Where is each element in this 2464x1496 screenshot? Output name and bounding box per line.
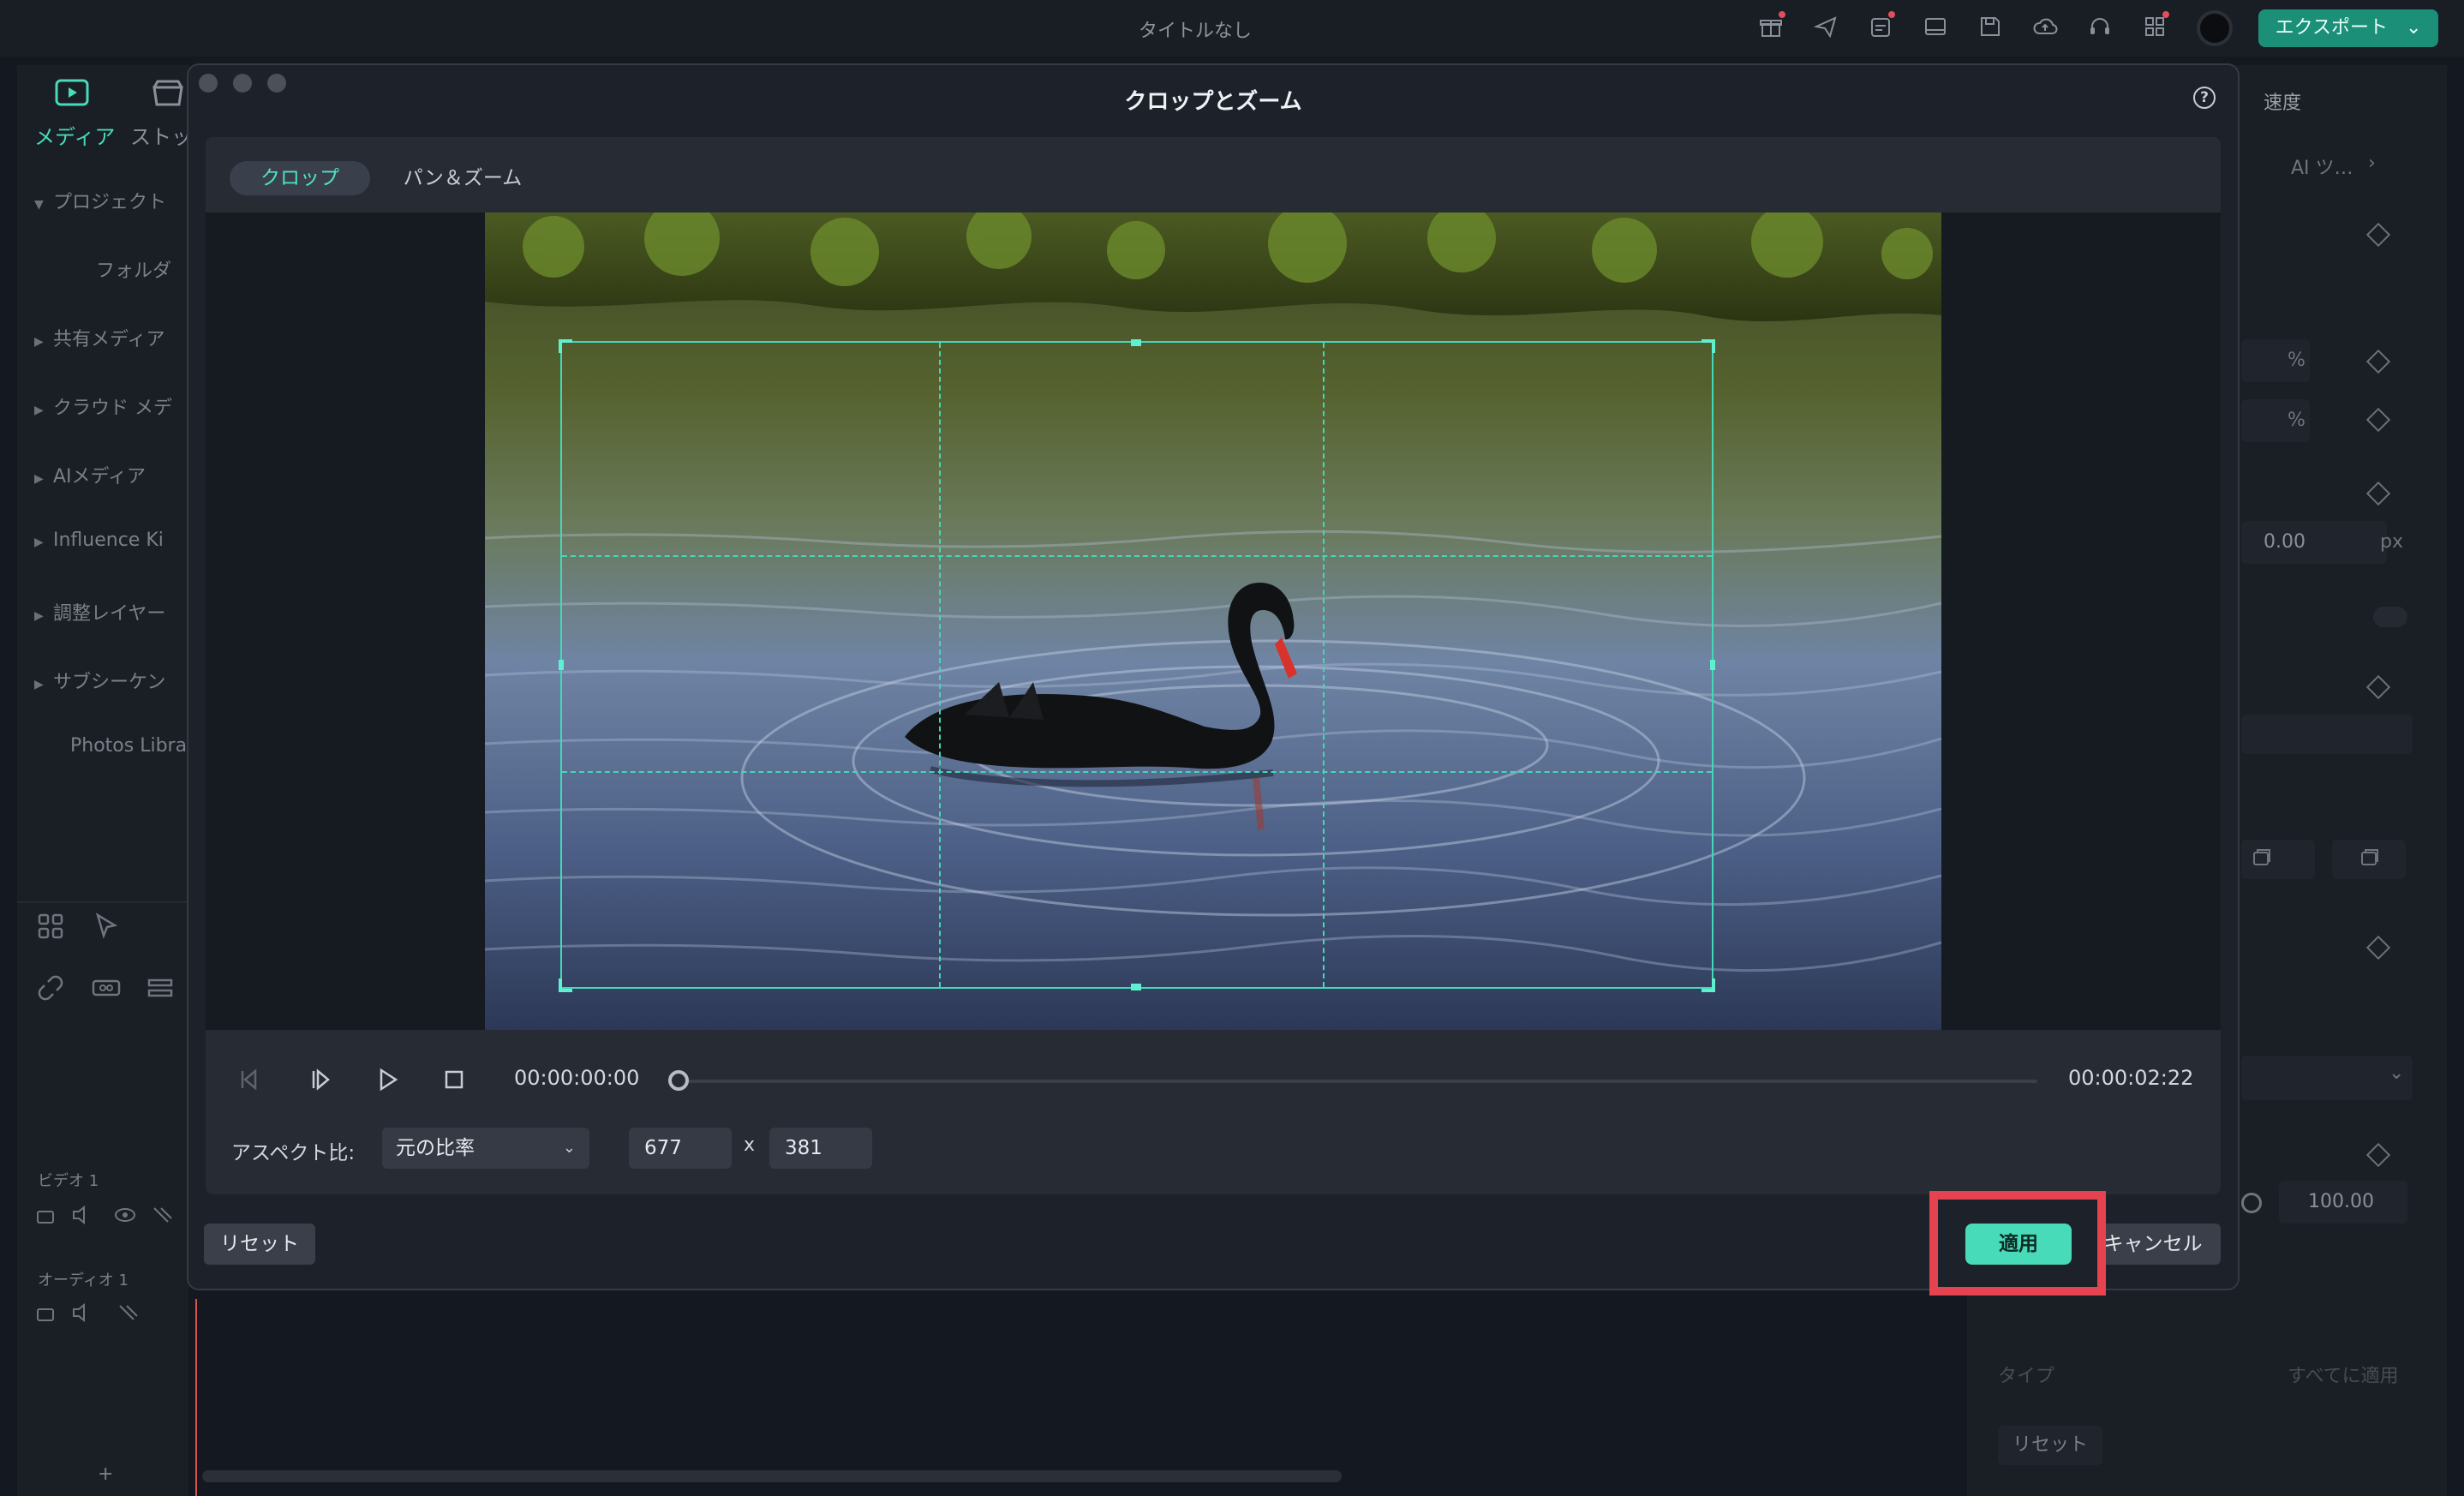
track-manager-icon[interactable] bbox=[146, 973, 175, 1008]
chevron-down-icon: ⌄ bbox=[562, 1139, 576, 1157]
blend-mode-select[interactable] bbox=[2241, 1056, 2413, 1100]
gift-icon[interactable] bbox=[1758, 11, 1785, 39]
tab-speed[interactable]: 速度 bbox=[2264, 87, 2301, 115]
crop-handle-top-right[interactable] bbox=[1701, 339, 1715, 353]
position-value: 0.00 bbox=[2264, 531, 2306, 553]
stock-tab-icon[interactable] bbox=[151, 79, 185, 113]
crop-handle-bottom[interactable] bbox=[1131, 984, 1141, 990]
grid-line-vertical bbox=[939, 343, 941, 987]
sidebar-item-subsequence[interactable]: ▶ サブシーケン bbox=[34, 667, 165, 694]
divider bbox=[17, 901, 188, 903]
option-field[interactable] bbox=[2241, 715, 2413, 754]
aspect-ratio-label: アスペクト比: bbox=[231, 1142, 356, 1164]
apply-to-all-button[interactable]: すべてに適用 bbox=[2288, 1361, 2399, 1388]
add-track-button[interactable]: + bbox=[98, 1463, 113, 1485]
crop-width-input[interactable]: 677 bbox=[629, 1128, 732, 1169]
send-icon[interactable] bbox=[1813, 14, 1839, 39]
avatar[interactable] bbox=[2197, 10, 2233, 46]
video-track-controls bbox=[34, 1203, 197, 1227]
next-frame-icon[interactable] bbox=[305, 1064, 336, 1095]
chevron-right-icon: ▶ bbox=[34, 536, 44, 549]
chevron-right-icon: ▶ bbox=[34, 404, 44, 417]
clipboard-icon[interactable] bbox=[1868, 11, 1895, 39]
apps-grid-icon[interactable] bbox=[2142, 11, 2169, 39]
grid-line-horizontal bbox=[562, 555, 1712, 557]
dialog-title: クロップとズーム bbox=[1124, 89, 1302, 115]
chevron-right-icon: ▶ bbox=[34, 335, 44, 349]
crop-handle-left[interactable] bbox=[559, 660, 564, 670]
cloud-upload-icon[interactable] bbox=[2032, 14, 2058, 39]
tab-stock[interactable]: ストッ bbox=[130, 120, 192, 150]
sidebar-item-shared-media[interactable]: ▶ 共有メディア bbox=[34, 324, 164, 351]
total-duration: 00:00:02:22 bbox=[2068, 1066, 2194, 1090]
track-label-audio: オーディオ 1 bbox=[38, 1272, 129, 1290]
aspect-ratio-select[interactable]: 元の比率 ⌄ bbox=[382, 1128, 589, 1169]
crop-handle-right[interactable] bbox=[1710, 660, 1715, 670]
group-icon[interactable] bbox=[91, 973, 122, 1008]
paste-icon bbox=[2356, 845, 2382, 874]
apply-button[interactable]: 適用 bbox=[1965, 1224, 2072, 1265]
link-break-icon[interactable] bbox=[36, 973, 65, 1008]
tab-pan-zoom[interactable]: パン＆ズーム bbox=[392, 161, 533, 195]
crop-handle-top[interactable] bbox=[1131, 339, 1141, 346]
help-icon[interactable]: ? bbox=[2193, 87, 2216, 109]
track-label-video: ビデオ 1 bbox=[38, 1172, 99, 1190]
chevron-down-icon: ⌄ bbox=[2405, 17, 2422, 39]
unit-px: px bbox=[2380, 531, 2403, 553]
chevron-right-icon: ▶ bbox=[34, 609, 44, 623]
crop-handle-top-left[interactable] bbox=[559, 339, 572, 353]
ai-tools-link[interactable]: AI ツ… bbox=[2291, 153, 2353, 180]
chevron-right-icon: › bbox=[2368, 153, 2376, 174]
unit-percent: % bbox=[2288, 350, 2306, 371]
chevron-right-icon: ▶ bbox=[34, 678, 44, 691]
crop-handle-bottom-right[interactable] bbox=[1701, 978, 1715, 992]
scrub-knob[interactable] bbox=[668, 1070, 689, 1091]
scrub-bar[interactable] bbox=[679, 1080, 2037, 1083]
crop-rectangle[interactable] bbox=[560, 341, 1713, 989]
panel-reset-button[interactable]: リセット bbox=[1998, 1426, 2102, 1465]
stop-icon[interactable] bbox=[439, 1064, 469, 1095]
play-icon[interactable] bbox=[372, 1064, 403, 1095]
headset-icon[interactable] bbox=[2087, 14, 2113, 39]
tab-crop[interactable]: クロップ bbox=[230, 161, 370, 195]
media-tab-icon[interactable] bbox=[53, 79, 91, 113]
save-icon[interactable] bbox=[1977, 14, 2003, 39]
timeline-playhead[interactable] bbox=[195, 1299, 197, 1496]
chevron-down-icon: ▼ bbox=[34, 198, 44, 212]
grid-line-horizontal bbox=[562, 771, 1712, 773]
grid-line-vertical bbox=[1323, 343, 1325, 987]
crop-handle-bottom-left[interactable] bbox=[559, 978, 572, 992]
opacity-value: 100.00 bbox=[2308, 1191, 2374, 1212]
layout-grid-icon[interactable] bbox=[36, 912, 65, 947]
toggle-switch[interactable] bbox=[2373, 607, 2407, 627]
tab-media[interactable]: メディア bbox=[34, 120, 115, 150]
copy-icon bbox=[2248, 845, 2274, 874]
audio-track-controls bbox=[34, 1301, 146, 1325]
crop-height-input[interactable]: 381 bbox=[769, 1128, 872, 1169]
sidebar-item-influence-kit[interactable]: ▶ Influence Ki bbox=[34, 530, 164, 551]
type-label: タイプ bbox=[1998, 1366, 2055, 1387]
opacity-slider-knob[interactable] bbox=[2241, 1193, 2262, 1213]
current-time: 00:00:00:00 bbox=[514, 1066, 640, 1090]
chevron-down-icon: ⌄ bbox=[2389, 1062, 2405, 1084]
sidebar-item-cloud-media[interactable]: ▶ クラウド メデ bbox=[34, 392, 172, 420]
sidebar-item-folder[interactable]: フォルダ bbox=[96, 255, 171, 283]
sidebar-item-ai-media[interactable]: ▶ AIメディア bbox=[34, 461, 146, 488]
dimension-separator: x bbox=[744, 1134, 756, 1156]
export-button[interactable]: エクスポート ⌄ bbox=[2258, 9, 2438, 47]
sidebar-item-project[interactable]: ▼ プロジェクト bbox=[34, 187, 166, 214]
previous-frame-icon[interactable] bbox=[235, 1064, 266, 1095]
timeline-scrollbar[interactable] bbox=[202, 1470, 1342, 1482]
unit-percent: % bbox=[2288, 410, 2306, 431]
sidebar-item-photos-library[interactable]: Photos Libra bbox=[70, 735, 187, 757]
chevron-right-icon: ▶ bbox=[34, 472, 44, 486]
select-pointer-icon[interactable] bbox=[93, 912, 122, 947]
monitor-icon[interactable] bbox=[1923, 14, 1948, 39]
sidebar-item-adjustment-layer[interactable]: ▶ 調整レイヤー bbox=[34, 598, 165, 625]
reset-button[interactable]: リセット bbox=[204, 1224, 315, 1265]
